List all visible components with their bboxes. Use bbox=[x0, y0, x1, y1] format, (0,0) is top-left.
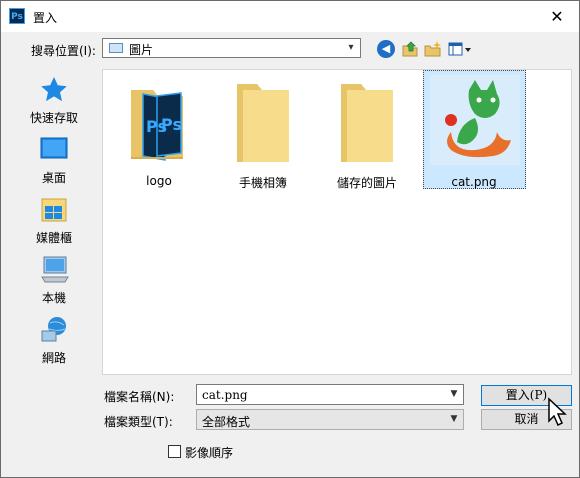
ps-folder-icon: Ps Ps bbox=[131, 90, 183, 161]
chevron-down-icon: ▼ bbox=[450, 414, 458, 424]
place-libraries[interactable]: 媒體櫃 bbox=[11, 193, 97, 245]
place-dialog: Ps 置入 ✕ 搜尋位置(I): 圖片 ▾ ◀ 快速存取 桌面 媒體櫃 本機 網… bbox=[0, 0, 580, 478]
folder-icon bbox=[237, 84, 289, 162]
places-bar: 快速存取 桌面 媒體櫃 本機 網路 bbox=[11, 69, 97, 375]
filetype-value: 全部格式 bbox=[202, 415, 251, 429]
filename-label: 檔案名稱(N): bbox=[104, 390, 175, 404]
folder-logo[interactable]: Ps Ps logo bbox=[109, 70, 209, 188]
file-list: Ps Ps logo 手機相簿 儲存的圖片 cat.png bbox=[102, 69, 572, 375]
filename-input[interactable]: cat.png ▼ bbox=[196, 384, 464, 405]
up-folder-button[interactable] bbox=[401, 40, 419, 58]
place-quick-access[interactable]: 快速存取 bbox=[11, 73, 97, 125]
place-network[interactable]: 網路 bbox=[11, 313, 97, 365]
back-button[interactable]: ◀ bbox=[377, 40, 395, 58]
lookin-label: 搜尋位置(I): bbox=[31, 44, 96, 58]
photoshop-icon: Ps bbox=[9, 8, 25, 24]
file-name: 手機相簿 bbox=[238, 176, 287, 190]
network-icon bbox=[41, 317, 66, 342]
close-button[interactable]: ✕ bbox=[535, 1, 579, 32]
filetype-label: 檔案類型(T): bbox=[104, 415, 173, 429]
place-desktop[interactable]: 桌面 bbox=[11, 133, 97, 185]
title-bar: Ps 置入 ✕ bbox=[1, 1, 579, 32]
folder-up-icon bbox=[402, 41, 418, 57]
pictures-folder-icon bbox=[109, 43, 123, 53]
file-name: logo bbox=[146, 174, 172, 188]
view-list-icon bbox=[448, 42, 471, 56]
folder-icon bbox=[341, 84, 393, 162]
filename-value: cat.png bbox=[202, 388, 248, 402]
window-title: 置入 bbox=[33, 11, 58, 25]
place-label: 本機 bbox=[41, 291, 66, 305]
folder-saved-pictures[interactable]: 儲存的圖片 bbox=[317, 70, 417, 190]
new-folder-button[interactable] bbox=[424, 40, 442, 58]
arrow-left-icon: ◀ bbox=[381, 42, 391, 55]
place-label: 媒體櫃 bbox=[35, 231, 72, 245]
folder-phone-album[interactable]: 手機相簿 bbox=[213, 70, 313, 190]
place-label: 桌面 bbox=[41, 171, 66, 185]
chevron-down-icon[interactable]: ▼ bbox=[447, 387, 461, 402]
file-cat-png[interactable]: cat.png bbox=[423, 70, 526, 189]
view-menu-button[interactable] bbox=[448, 40, 472, 58]
chevron-down-icon: ▾ bbox=[348, 42, 354, 53]
new-folder-icon bbox=[424, 41, 441, 57]
image-sequence-label: 影像順序 bbox=[185, 446, 234, 460]
star-icon bbox=[41, 77, 67, 102]
cat-image-thumbnail bbox=[430, 75, 520, 165]
mouse-cursor-icon bbox=[548, 397, 567, 427]
filetype-select[interactable]: 全部格式 ▼ bbox=[196, 409, 464, 430]
place-label: 快速存取 bbox=[29, 111, 78, 125]
location-dropdown[interactable]: 圖片 ▾ bbox=[102, 38, 361, 58]
computer-icon bbox=[41, 256, 69, 283]
library-icon bbox=[41, 198, 67, 222]
location-text: 圖片 bbox=[129, 43, 154, 57]
desktop-icon bbox=[40, 137, 68, 159]
place-label: 網路 bbox=[41, 351, 66, 365]
file-name: 儲存的圖片 bbox=[336, 176, 397, 190]
place-this-pc[interactable]: 本機 bbox=[11, 253, 97, 305]
image-sequence-checkbox[interactable] bbox=[168, 445, 181, 458]
svg-text:Ps: Ps bbox=[161, 115, 182, 134]
file-name: cat.png bbox=[451, 175, 497, 189]
